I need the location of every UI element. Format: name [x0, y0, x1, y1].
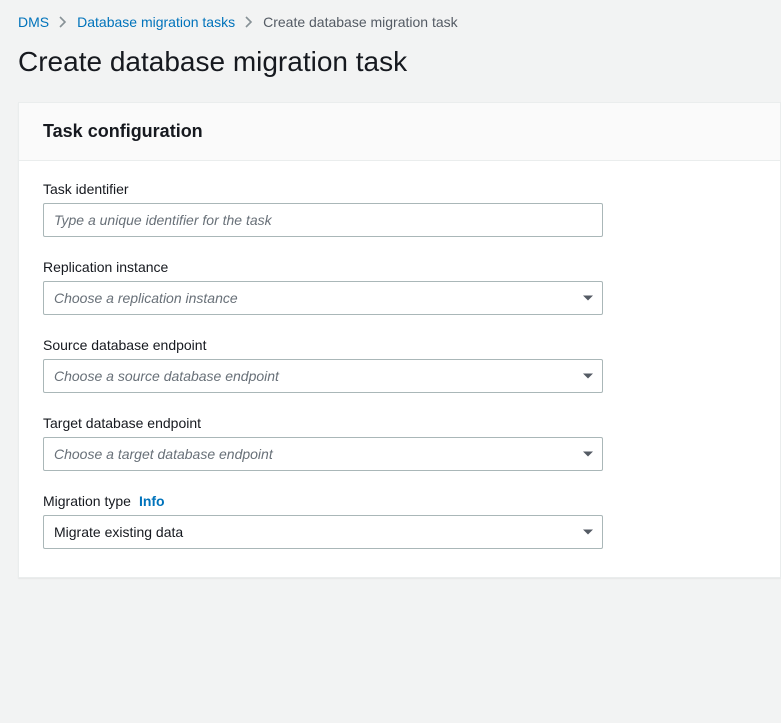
- panel-body: Task identifier Replication instance Cho…: [19, 161, 780, 577]
- migration-type-select[interactable]: Migrate existing data: [43, 515, 603, 549]
- task-identifier-input[interactable]: [43, 203, 603, 237]
- breadcrumb: DMS Database migration tasks Create data…: [18, 14, 781, 30]
- chevron-right-icon: [59, 16, 67, 28]
- field-replication-instance: Replication instance Choose a replicatio…: [43, 259, 603, 315]
- page-title: Create database migration task: [18, 46, 781, 78]
- migration-type-value: Migrate existing data: [54, 524, 183, 540]
- chevron-right-icon: [245, 16, 253, 28]
- breadcrumb-current: Create database migration task: [263, 14, 458, 30]
- source-endpoint-label: Source database endpoint: [43, 337, 603, 353]
- breadcrumb-link-tasks[interactable]: Database migration tasks: [77, 14, 235, 30]
- source-endpoint-placeholder: Choose a source database endpoint: [54, 368, 279, 384]
- replication-instance-label: Replication instance: [43, 259, 603, 275]
- target-endpoint-select[interactable]: Choose a target database endpoint: [43, 437, 603, 471]
- breadcrumb-link-dms[interactable]: DMS: [18, 14, 49, 30]
- field-task-identifier: Task identifier: [43, 181, 603, 237]
- source-endpoint-select[interactable]: Choose a source database endpoint: [43, 359, 603, 393]
- field-source-endpoint: Source database endpoint Choose a source…: [43, 337, 603, 393]
- target-endpoint-placeholder: Choose a target database endpoint: [54, 446, 273, 462]
- field-migration-type: Migration type Info Migrate existing dat…: [43, 493, 603, 549]
- target-endpoint-label: Target database endpoint: [43, 415, 603, 431]
- panel-title: Task configuration: [43, 121, 756, 142]
- panel-header: Task configuration: [19, 103, 780, 161]
- migration-type-label: Migration type: [43, 493, 131, 509]
- migration-type-info-link[interactable]: Info: [139, 493, 165, 509]
- task-identifier-label: Task identifier: [43, 181, 603, 197]
- replication-instance-placeholder: Choose a replication instance: [54, 290, 238, 306]
- replication-instance-select[interactable]: Choose a replication instance: [43, 281, 603, 315]
- field-target-endpoint: Target database endpoint Choose a target…: [43, 415, 603, 471]
- task-configuration-panel: Task configuration Task identifier Repli…: [18, 102, 781, 578]
